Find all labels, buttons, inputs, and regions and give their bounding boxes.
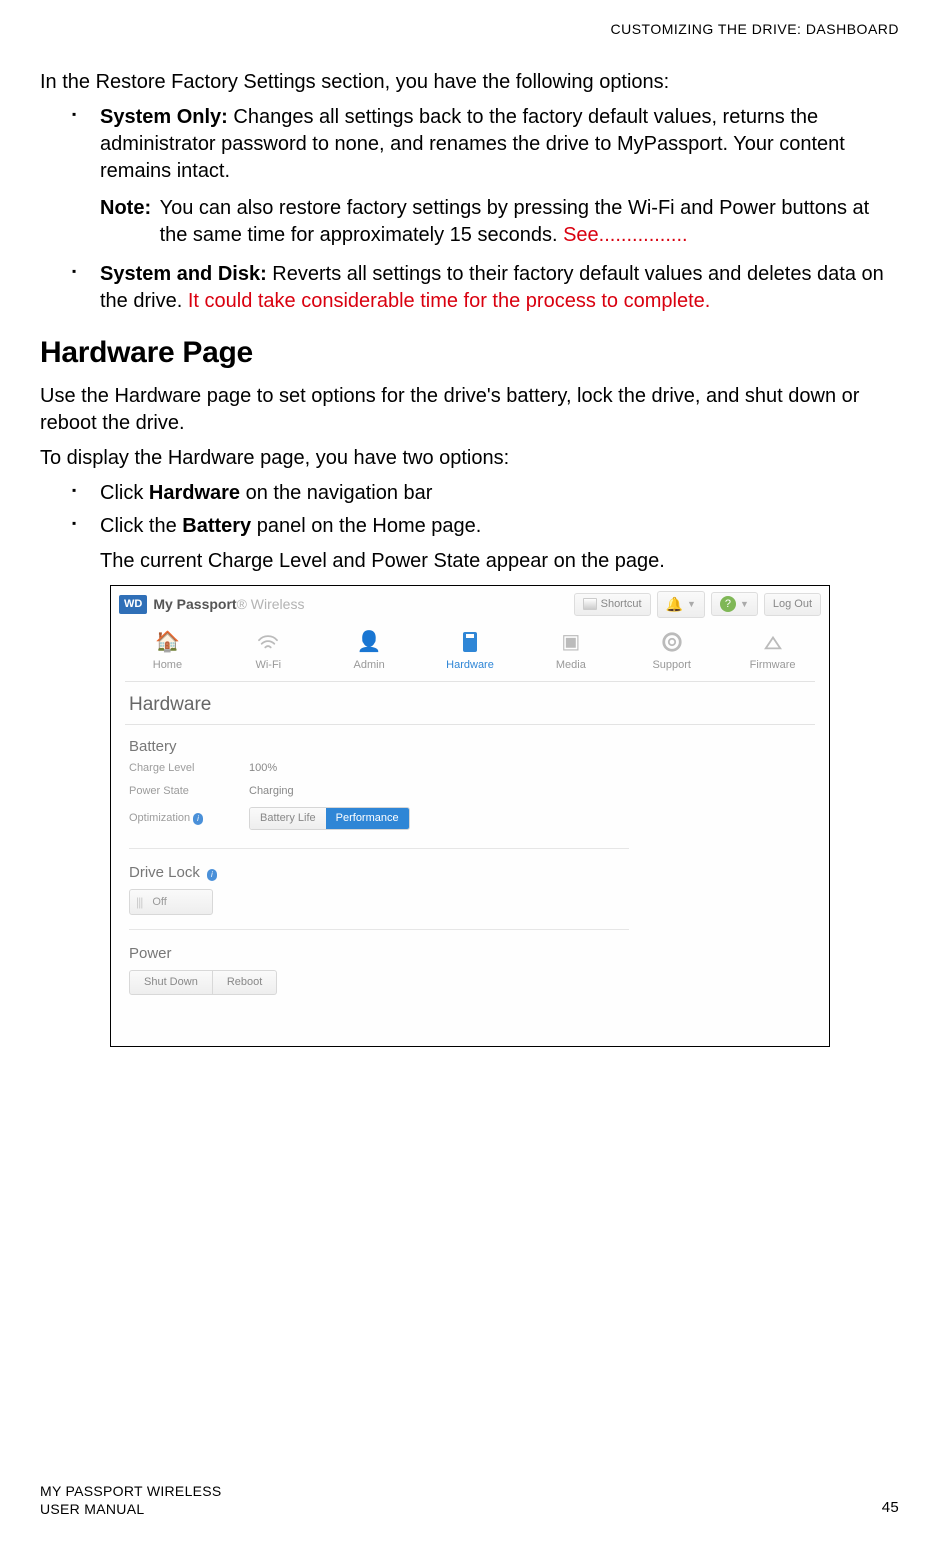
help-icon: ?: [720, 596, 736, 612]
shortcut-button[interactable]: Shortcut: [574, 593, 651, 616]
admin-icon: 👤: [319, 628, 420, 656]
logout-button[interactable]: Log Out: [764, 593, 821, 616]
home-icon: 🏠: [117, 628, 218, 656]
opt2-bold: Battery: [182, 515, 251, 537]
divider: [125, 681, 815, 682]
power-title: Power: [111, 938, 829, 964]
brand-title: My Passport® Wireless: [153, 595, 304, 614]
nav-bar: 🏠 Home Wi-Fi 👤 Admin Hardware ▣: [111, 622, 829, 681]
help-button[interactable]: ? ▼: [711, 592, 758, 616]
nav-support[interactable]: Support: [621, 626, 722, 673]
opt1-pre: Click: [100, 482, 149, 504]
nav-firmware-label: Firmware: [722, 658, 823, 673]
hardware-page-title: Hardware Page: [40, 333, 899, 374]
bullet-system-only: System Only: Changes all settings back t…: [100, 104, 899, 249]
footer-manual: USER MANUAL: [40, 1500, 222, 1518]
battery-title: Battery: [111, 731, 829, 757]
hardware-intro: Use the Hardware page to set options for…: [40, 383, 899, 437]
restore-intro: In the Restore Factory Settings section,…: [40, 69, 899, 96]
hardware-icon: [420, 628, 521, 656]
hardware-screenshot: WD My Passport® Wireless Shortcut 🔔 ▼ ? …: [110, 585, 830, 1047]
opt2-post: panel on the Home page.: [251, 515, 481, 537]
drive-lock-toggle[interactable]: ||| Off: [129, 889, 213, 915]
page-number: 45: [882, 1498, 899, 1518]
brand-light: ® Wireless: [237, 596, 305, 612]
performance-button[interactable]: Performance: [326, 808, 409, 829]
battery-life-button[interactable]: Battery Life: [250, 808, 326, 829]
divider: [129, 848, 629, 849]
running-head: CUSTOMIZING THE DRIVE: DASHBOARD: [40, 20, 899, 39]
nav-home-label: Home: [117, 658, 218, 673]
nav-home[interactable]: 🏠 Home: [117, 626, 218, 673]
note-body: You can also restore factory settings by…: [160, 195, 899, 249]
brand-bold: My Passport: [153, 596, 236, 612]
charge-level-value: 100%: [249, 761, 277, 776]
page-footer: MY PASSPORT WIRELESS USER MANUAL 45: [40, 1482, 899, 1518]
power-state-value: Charging: [249, 784, 294, 799]
info-icon[interactable]: i: [193, 813, 203, 825]
system-only-label: System Only:: [100, 106, 228, 128]
nav-wifi-label: Wi-Fi: [218, 658, 319, 673]
note-text: You can also restore factory settings by…: [160, 197, 870, 246]
nav-hardware-label: Hardware: [420, 658, 521, 673]
nav-wifi[interactable]: Wi-Fi: [218, 626, 319, 673]
power-state-label: Power State: [129, 784, 249, 799]
bullet-click-battery: Click the Battery panel on the Home page…: [100, 513, 899, 540]
optimization-row: Optimizationi Battery Life Performance: [111, 803, 829, 834]
optimization-segment: Battery Life Performance: [249, 807, 410, 830]
nav-media[interactable]: ▣ Media: [520, 626, 621, 673]
hardware-result: The current Charge Level and Power State…: [40, 548, 899, 575]
opt2-pre: Click the: [100, 515, 182, 537]
shut-down-button[interactable]: Shut Down: [129, 970, 213, 995]
footer-product: MY PASSPORT WIRELESS: [40, 1482, 222, 1500]
nav-hardware[interactable]: Hardware: [420, 626, 521, 673]
wd-logo: WD: [119, 595, 147, 614]
power-state-row: Power State Charging: [111, 780, 829, 803]
divider: [129, 929, 629, 930]
wifi-icon: [218, 628, 319, 656]
nav-firmware[interactable]: Firmware: [722, 626, 823, 673]
power-buttons: Shut Down Reboot: [111, 964, 829, 995]
note-label: Note:: [100, 195, 154, 222]
chevron-down-icon: ▼: [687, 598, 696, 610]
support-icon: [621, 628, 722, 656]
drive-lock-title: Drive Lock i: [111, 857, 829, 883]
chevron-down-icon: ▼: [740, 598, 749, 610]
nav-media-label: Media: [520, 658, 621, 673]
reboot-button[interactable]: Reboot: [213, 970, 277, 995]
firmware-icon: [722, 628, 823, 656]
drive-lock-state: Off: [152, 895, 166, 910]
charge-level-label: Charge Level: [129, 761, 249, 776]
bullet-system-and-disk: System and Disk: Reverts all settings to…: [100, 261, 899, 315]
hardware-display-intro: To display the Hardware page, you have t…: [40, 445, 899, 472]
nav-admin-label: Admin: [319, 658, 420, 673]
bullet-click-hardware: Click Hardware on the navigation bar: [100, 480, 899, 507]
opt1-post: on the navigation bar: [240, 482, 432, 504]
bell-icon: 🔔: [666, 595, 683, 614]
media-icon: ▣: [520, 628, 621, 656]
system-and-disk-label: System and Disk:: [100, 263, 267, 285]
shortcut-label: Shortcut: [601, 597, 642, 612]
info-icon[interactable]: i: [207, 869, 217, 881]
topbar: WD My Passport® Wireless Shortcut 🔔 ▼ ? …: [111, 586, 829, 622]
charge-level-row: Charge Level 100%: [111, 757, 829, 780]
optimization-label: Optimizationi: [129, 811, 249, 826]
nav-support-label: Support: [621, 658, 722, 673]
system-and-disk-warning: It could take considerable time for the …: [188, 290, 711, 312]
divider: [125, 724, 815, 725]
shortcut-icon: [583, 598, 597, 610]
toggle-grip-icon: |||: [136, 894, 142, 910]
note-block: Note: You can also restore factory setti…: [100, 195, 899, 249]
nav-admin[interactable]: 👤 Admin: [319, 626, 420, 673]
note-see-link[interactable]: See................: [563, 224, 688, 246]
alerts-button[interactable]: 🔔 ▼: [657, 591, 705, 618]
opt1-bold: Hardware: [149, 482, 240, 504]
panel-title-hardware: Hardware: [111, 688, 829, 724]
